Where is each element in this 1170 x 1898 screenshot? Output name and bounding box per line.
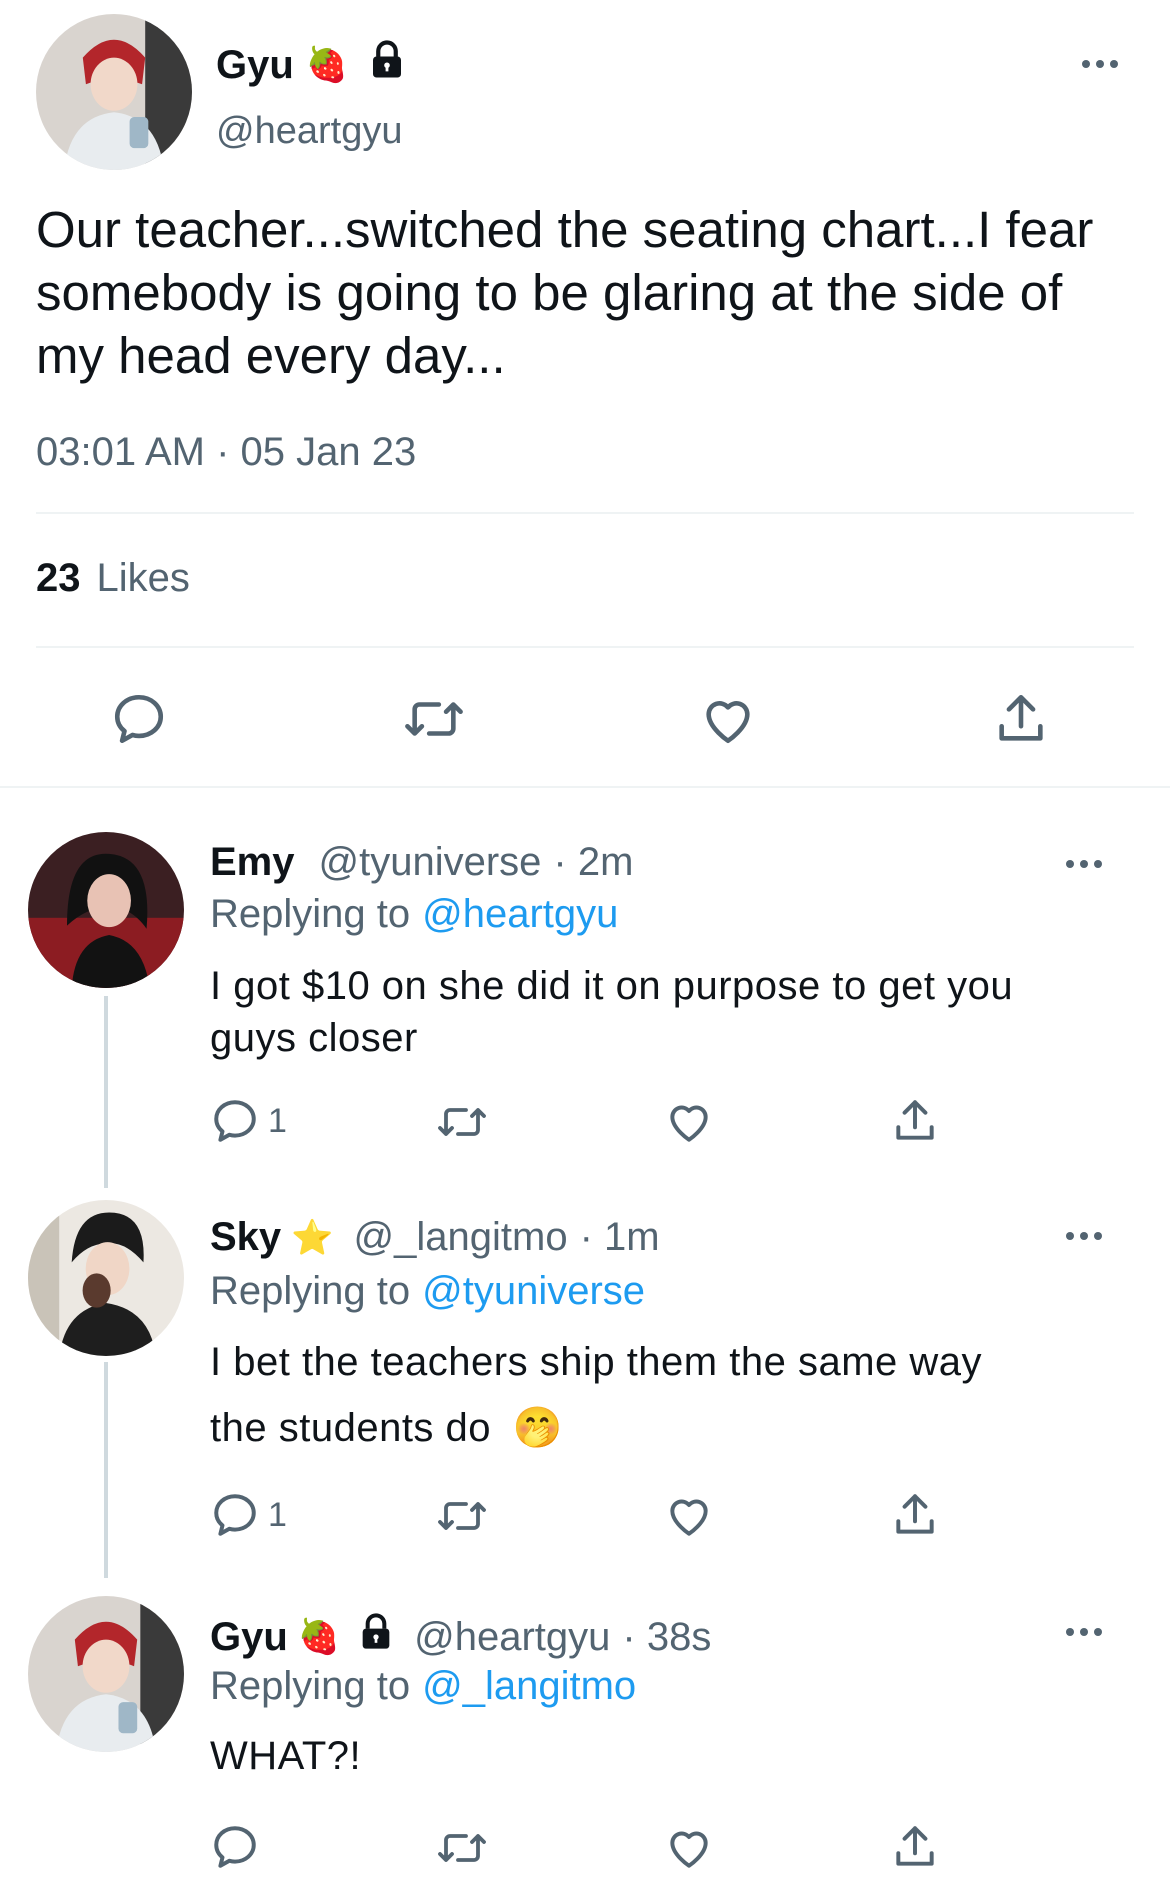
retweet-button[interactable]	[402, 690, 466, 748]
reply-text-line: I bet the teachers ship them the same wa…	[210, 1340, 983, 1384]
share-icon	[896, 1100, 934, 1140]
reply-count: 1	[268, 1101, 287, 1140]
reply-handle[interactable]: @tyuniverse	[319, 840, 542, 885]
replying-to-link[interactable]: @tyuniverse	[422, 1269, 645, 1314]
retweet-icon	[438, 1108, 486, 1136]
reply-display-name[interactable]: Emy	[210, 840, 295, 885]
reply-handle[interactable]: @heartgyu	[414, 1615, 610, 1660]
reply-text: I bet the teachers ship them the same wa…	[210, 1336, 1130, 1454]
share-button[interactable]	[890, 1490, 940, 1540]
retweet-button[interactable]	[434, 1098, 490, 1146]
reply-text: WHAT?!	[210, 1734, 362, 1778]
like-button[interactable]	[664, 1822, 714, 1872]
reply-text-line: the students do	[210, 1406, 492, 1450]
more-options-icon[interactable]	[1066, 860, 1102, 868]
retweet-icon	[438, 1834, 486, 1862]
share-icon	[896, 1494, 934, 1534]
reply-button[interactable]	[210, 1822, 260, 1872]
replying-to-link[interactable]: @_langitmo	[422, 1664, 636, 1709]
more-options-icon[interactable]	[1082, 60, 1118, 68]
heart-icon	[670, 1831, 708, 1868]
thread-connector	[104, 996, 108, 1188]
reply-avatar[interactable]	[28, 1200, 184, 1356]
reply-count: 1	[268, 1495, 287, 1534]
share-icon	[896, 1826, 934, 1866]
reply-text: I got $10 on she did it on purpose to ge…	[210, 964, 1014, 1060]
reply-button[interactable]: 1	[210, 1096, 287, 1146]
divider	[36, 646, 1134, 648]
reply-icon	[214, 1494, 256, 1536]
reply-time[interactable]: · 38s	[622, 1615, 711, 1660]
reply-icon	[114, 694, 164, 744]
reply-display-name[interactable]: Sky	[210, 1215, 281, 1260]
reply-time[interactable]: · 2m	[553, 840, 633, 885]
reply-avatar[interactable]	[28, 1596, 184, 1752]
share-icon	[999, 694, 1043, 741]
retweet-button[interactable]	[434, 1824, 490, 1872]
reply-icon	[214, 1100, 256, 1142]
reply-display-name[interactable]: Gyu	[210, 1615, 288, 1660]
reply-icon	[214, 1826, 256, 1868]
author-display-name[interactable]: Gyu	[216, 43, 294, 88]
retweet-icon	[405, 702, 463, 736]
share-button[interactable]	[890, 1096, 940, 1146]
like-button[interactable]	[664, 1490, 714, 1540]
replying-to-label: Replying to	[210, 892, 411, 936]
author-handle[interactable]: @heartgyu	[216, 110, 402, 153]
more-options-icon[interactable]	[1066, 1232, 1102, 1240]
tweet-timestamp[interactable]: 03:01 AM · 05 Jan 23	[36, 430, 416, 475]
more-options-icon[interactable]	[1066, 1628, 1102, 1636]
lock-icon	[356, 1612, 396, 1662]
reply-handle[interactable]: @_langitmo	[354, 1215, 568, 1260]
replying-to-label: Replying to	[210, 1664, 411, 1708]
thread-connector	[104, 1362, 108, 1578]
likes-count: 23	[36, 556, 81, 600]
likes-stat[interactable]: 23 Likes	[36, 556, 190, 601]
retweet-icon	[438, 1502, 486, 1530]
like-button[interactable]	[664, 1096, 714, 1146]
likes-label: Likes	[96, 556, 190, 600]
reply-time[interactable]: · 1m	[580, 1215, 660, 1260]
tweet-text: Our teacher...switched the seating chart…	[36, 201, 1094, 384]
replying-to-label: Replying to	[210, 1269, 411, 1313]
star-emoji: ⭐	[291, 1218, 334, 1257]
heart-icon	[670, 1499, 708, 1536]
strawberry-emoji: 🍓	[297, 1618, 341, 1656]
heart-icon	[670, 1105, 708, 1142]
lock-icon	[366, 39, 408, 91]
retweet-button[interactable]	[434, 1492, 490, 1540]
like-button[interactable]	[698, 690, 758, 748]
divider	[36, 512, 1134, 514]
divider	[0, 786, 1170, 788]
reply-button[interactable]: 1	[210, 1490, 287, 1540]
strawberry-emoji: 🍓	[305, 46, 349, 84]
share-button[interactable]	[890, 1822, 940, 1872]
share-button[interactable]	[992, 690, 1050, 748]
replying-to-link[interactable]: @heartgyu	[422, 892, 618, 937]
reply-avatar[interactable]	[28, 832, 184, 988]
reply-button[interactable]	[110, 690, 168, 748]
heart-icon	[706, 701, 750, 744]
author-avatar[interactable]	[36, 14, 192, 170]
hand-over-mouth-emoji: 🤭	[512, 1406, 563, 1450]
